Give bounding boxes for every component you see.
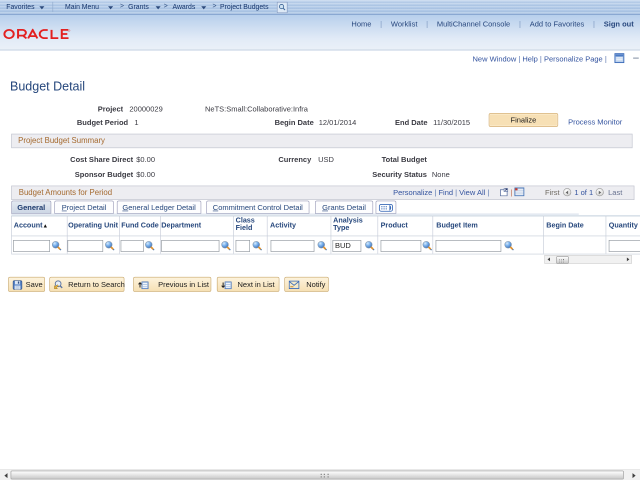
svg-text:®: ® — [68, 29, 71, 33]
